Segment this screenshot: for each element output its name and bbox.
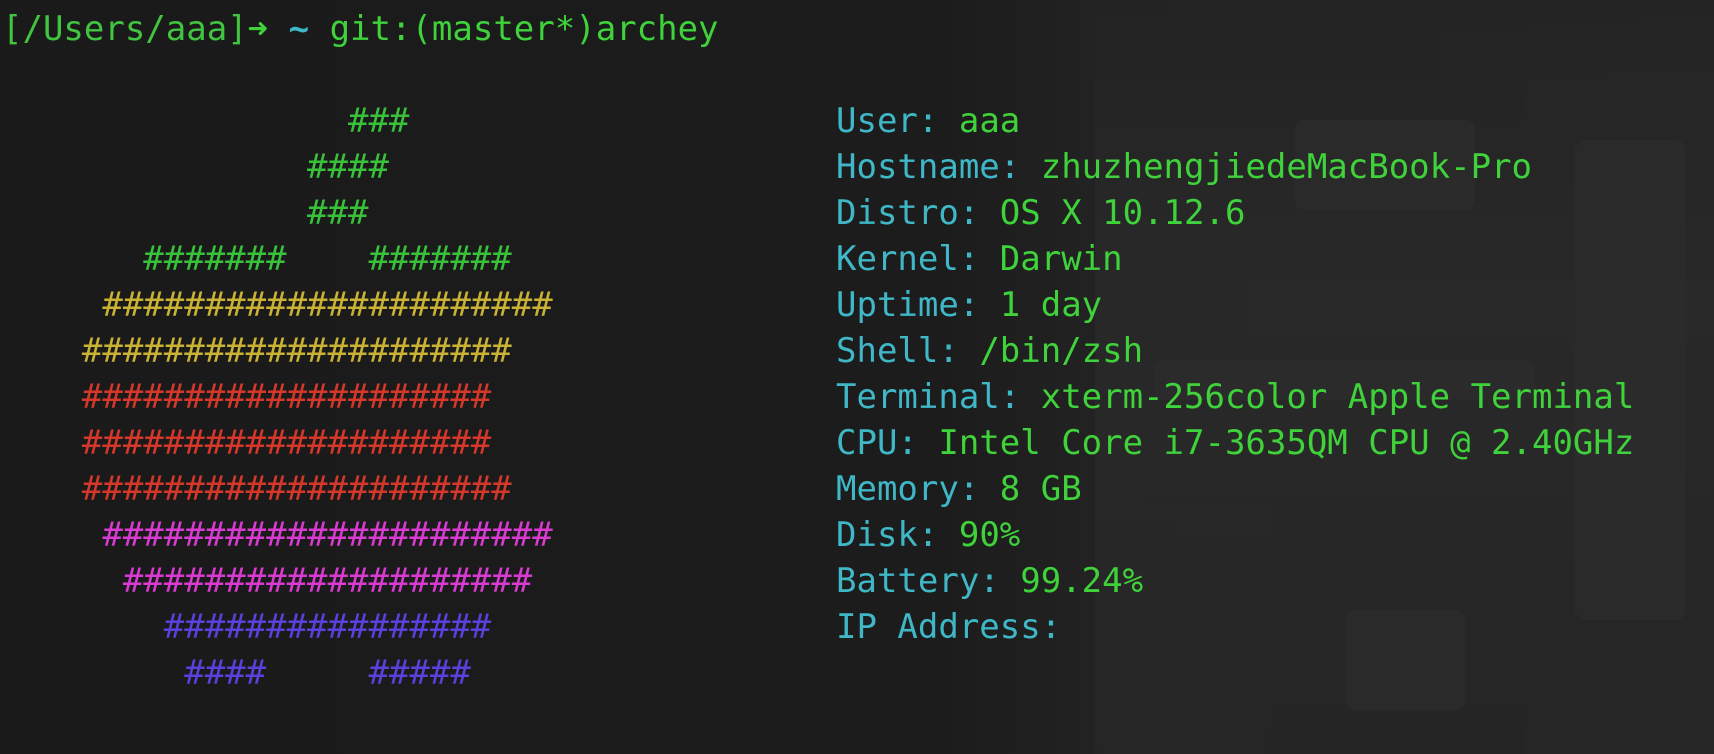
logo-line: #################### [0, 561, 533, 601]
info-key: Hostname: [836, 147, 1021, 187]
info-value: zhuzhengjiedeMacBook-Pro [1040, 147, 1532, 187]
info-key: User: [836, 101, 939, 141]
info-row: Kernel: Darwin [836, 236, 1634, 282]
info-value: Intel Core i7-3635QM CPU @ 2.40GHz [938, 423, 1635, 463]
logo-line: ####### ####### [0, 239, 512, 279]
info-row: Battery: 99.24% [836, 558, 1634, 604]
logo-line: ###################### [0, 515, 553, 555]
info-value: 8 GB [999, 469, 1082, 509]
info-value: 99.24% [1020, 561, 1144, 601]
prompt-git-branch: git:(master*) [329, 9, 596, 49]
info-key: Distro: [836, 193, 980, 233]
prompt-tilde: ~ [288, 9, 310, 49]
logo-line: ##################### [0, 469, 512, 509]
prompt-arrow-icon: ➜ [247, 9, 269, 49]
logo-line: #### ##### [0, 653, 471, 693]
info-value: xterm-256color Apple Terminal [1040, 377, 1635, 417]
info-row: Distro: OS X 10.12.6 [836, 190, 1634, 236]
info-key: Terminal: [836, 377, 1021, 417]
prompt-path: [/Users/aaa] [2, 9, 248, 49]
info-row: Disk: 90% [836, 512, 1634, 558]
logo-line: #################### [0, 377, 492, 417]
info-key: Memory: [836, 469, 980, 509]
info-key: Shell: [836, 331, 959, 371]
prompt-command: archey [595, 9, 719, 49]
info-value: OS X 10.12.6 [999, 193, 1246, 233]
info-row: Terminal: xterm-256color Apple Terminal [836, 374, 1634, 420]
info-row: Uptime: 1 day [836, 282, 1634, 328]
info-row: User: aaa [836, 98, 1634, 144]
info-key: Uptime: [836, 285, 980, 325]
logo-line: ################ [0, 607, 492, 647]
info-row: Hostname: zhuzhengjiedeMacBook-Pro [836, 144, 1634, 190]
logo-line: ##################### [0, 331, 512, 371]
info-row: IP Address: [836, 604, 1634, 650]
terminal-window[interactable]: [/Users/aaa]➜ ~ git:(master*)archey ### … [0, 0, 1714, 754]
info-value: Darwin [999, 239, 1123, 279]
apple-ascii-logo: ### #### ### ####### ####### ###########… [0, 98, 553, 696]
logo-line: #### [0, 147, 389, 187]
info-key: Battery: [836, 561, 1000, 601]
logo-line: ### [0, 101, 410, 141]
logo-line: ###################### [0, 285, 553, 325]
info-row: Shell: /bin/zsh [836, 328, 1634, 374]
prompt-line: [/Users/aaa]➜ ~ git:(master*)archey [2, 6, 719, 52]
info-key: Kernel: [836, 239, 980, 279]
info-value: 90% [958, 515, 1021, 555]
logo-line: ### [0, 193, 369, 233]
info-value: aaa [958, 101, 1021, 141]
logo-line: #################### [0, 423, 492, 463]
system-info: User: aaa Hostname: zhuzhengjiedeMacBook-… [836, 98, 1634, 650]
info-row: Memory: 8 GB [836, 466, 1634, 512]
info-key: IP Address: [836, 607, 1062, 647]
info-key: CPU: [836, 423, 918, 463]
info-key: Disk: [836, 515, 939, 555]
info-value: 1 day [999, 285, 1103, 325]
info-value: /bin/zsh [979, 331, 1144, 371]
info-row: CPU: Intel Core i7-3635QM CPU @ 2.40GHz [836, 420, 1634, 466]
